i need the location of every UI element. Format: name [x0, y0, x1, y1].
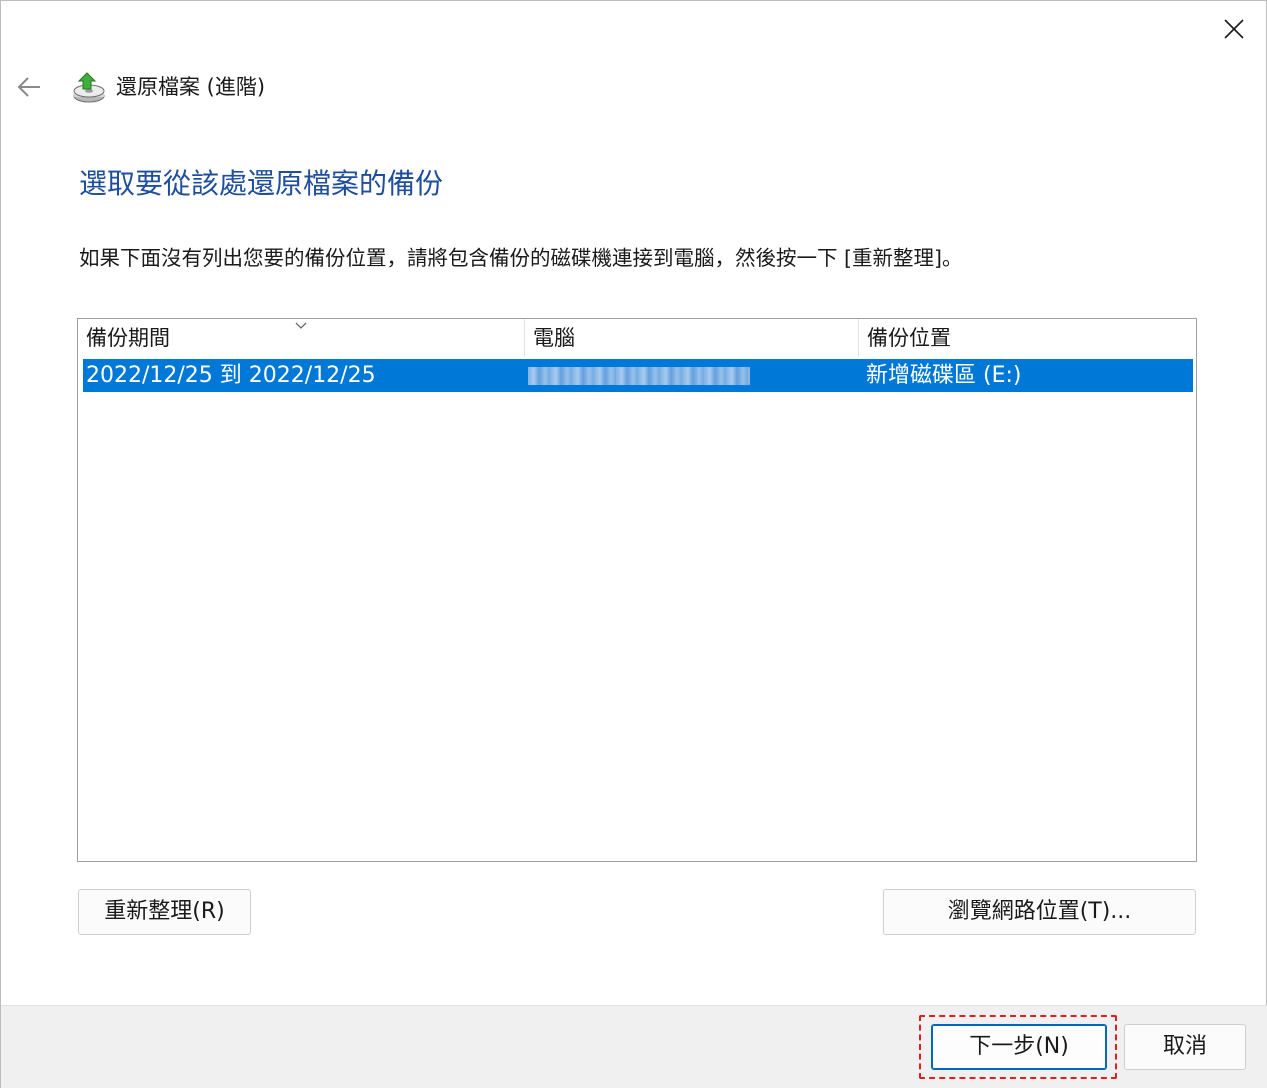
backup-location-cell: 新增磁碟區 (E:) [866, 363, 1022, 388]
next-button[interactable]: 下一步(N) [931, 1024, 1107, 1070]
column-header-label: 備份位置 [867, 326, 951, 350]
window-title: 還原檔案 (進階) [116, 75, 266, 99]
redacted-text [528, 367, 750, 385]
column-header-label: 電腦 [533, 326, 575, 350]
backup-restore-icon [73, 72, 105, 103]
computer-name-cell-redacted [528, 367, 750, 385]
refresh-button[interactable]: 重新整理(R) [78, 889, 251, 935]
column-header-backup-location[interactable]: 備份位置 [858, 319, 1194, 357]
back-arrow-icon [17, 77, 40, 97]
instructions-text: 如果下面沒有列出您要的備份位置，請將包含備份的磁碟機連接到電腦，然後按一下 [重… [79, 246, 963, 270]
page-heading: 選取要從該處還原檔案的備份 [79, 167, 444, 200]
close-icon [1224, 19, 1244, 39]
backup-period-cell: 2022/12/25 到 2022/12/25 [86, 363, 376, 388]
list-header: 備份期間 電腦 備份位置 [78, 319, 1194, 357]
close-button[interactable] [1209, 9, 1259, 49]
restore-files-window: 還原檔案 (進階) 選取要從該處還原檔案的備份 如果下面沒有列出您要的備份位置，… [0, 0, 1267, 1088]
backup-list[interactable]: 備份期間 電腦 備份位置 2022/12/25 到 2022/12/25 新增磁… [77, 318, 1197, 862]
column-header-label: 備份期間 [86, 326, 170, 350]
back-button[interactable] [11, 69, 47, 105]
browse-network-location-button[interactable]: 瀏覽網路位置(T)... [883, 889, 1196, 935]
cancel-button[interactable]: 取消 [1124, 1024, 1246, 1070]
list-item-selected[interactable]: 2022/12/25 到 2022/12/25 新增磁碟區 (E:) [83, 359, 1193, 392]
column-header-backup-period[interactable]: 備份期間 [78, 319, 524, 357]
chevron-down-icon [295, 322, 307, 329]
column-header-computer[interactable]: 電腦 [524, 319, 858, 357]
